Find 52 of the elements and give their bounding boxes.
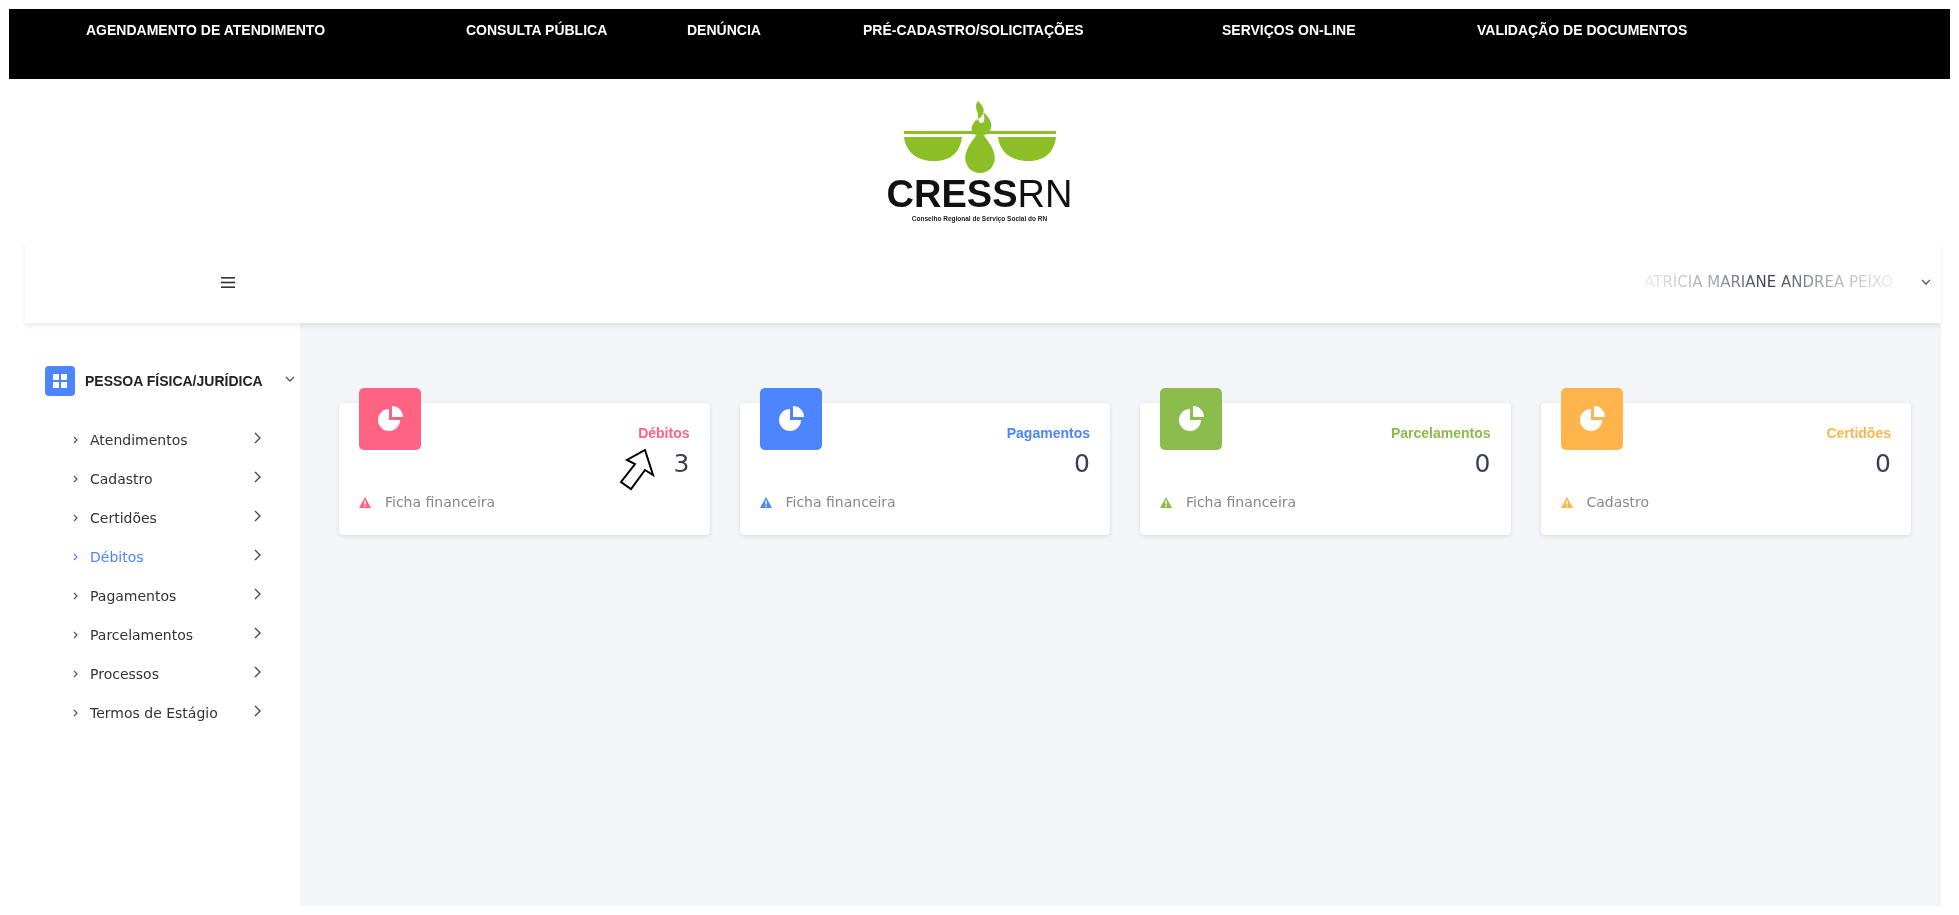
nav-link[interactable]: VALIDAÇÃO DE DOCUMENTOS [1477,9,1950,38]
warning-icon [359,496,371,508]
nav-link[interactable]: AGENDAMENTO DE ATENDIMENTO [86,9,466,38]
sidebar-item[interactable]: Cadastro [25,459,300,498]
sidebar-item[interactable]: Certidões [25,498,300,537]
sidebar-item[interactable]: Débitos [25,537,300,576]
sidebar-item[interactable]: Processos [25,654,300,693]
card-footer-link[interactable]: Ficha financeira [385,494,496,510]
nav-link[interactable]: DENÚNCIA [687,9,863,38]
card-value: 3 [673,449,690,478]
chevron-right-icon [73,708,78,717]
nav-link[interactable]: CONSULTA PÚBLICA [466,9,687,38]
warning-icon [759,496,772,508]
card-title: Débitos [638,425,690,441]
card-footer-link[interactable]: Cadastro [1586,494,1650,510]
chevron-right-icon [73,513,78,522]
warning-icon [1560,496,1573,508]
chevron-right-icon [73,591,78,600]
card-value: 0 [1074,449,1090,478]
chevron-right-icon [254,704,261,717]
nav-link[interactable]: SERVIÇOS ON-LINE [1222,9,1477,38]
chevron-right-icon [254,509,261,522]
chevron-down-icon[interactable] [1921,279,1931,285]
logo-text: CRESS [886,173,1018,215]
card-value: 0 [1875,449,1891,478]
card-title: Parcelamentos [1390,425,1491,441]
grid-icon [45,366,75,396]
card-footer-link[interactable]: Ficha financeira [785,494,896,510]
chevron-right-icon [73,669,78,678]
chevron-right-icon [254,587,261,600]
warning-icon [1160,496,1172,508]
chevron-right-icon [73,435,78,444]
chevron-right-icon [73,630,78,639]
chevron-right-icon [73,552,78,561]
chevron-right-icon [254,431,261,444]
chevron-right-icon [254,626,261,639]
chevron-right-icon [254,548,261,561]
card-footer-link[interactable]: Ficha financeira [1186,494,1297,510]
sidebar-item[interactable]: Atendimentos [25,420,300,459]
card-value: 0 [1474,449,1491,478]
card-title: Pagamentos [1006,425,1090,441]
card-title: Certidões [1826,425,1891,441]
sidebar-item[interactable]: Parcelamentos [25,615,300,654]
chevron-right-icon [254,665,261,678]
sidebar-item[interactable]: Pagamentos [25,576,300,615]
sidebar-item[interactable]: Termos de Estágio [25,693,300,732]
sidebar-section[interactable]: PESSOA FÍSICA/JURÍDICA [25,366,300,396]
menu-icon[interactable] [221,276,235,288]
logo-text: RN [1017,173,1073,215]
nav-link[interactable]: PRÉ-CADASTRO/SOLICITAÇÕES [863,9,1222,38]
chevron-right-icon [254,470,261,483]
chevron-right-icon [73,474,78,483]
